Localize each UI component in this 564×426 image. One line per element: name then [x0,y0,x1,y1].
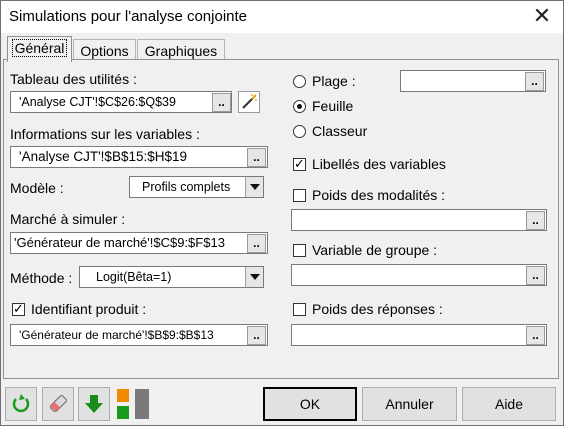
utilities-range-button-label: .. [218,95,225,109]
title-bar: Simulations pour l'analyse conjointe ✕ [1,1,563,33]
reset-icon[interactable] [5,387,37,421]
chevron-down-icon[interactable] [245,267,263,287]
help-button[interactable]: Aide [462,387,556,421]
ok-button[interactable]: OK [263,387,357,421]
model-select[interactable]: Profils complets [129,176,264,198]
variables-range-button-label: .. [253,150,260,164]
close-icon[interactable]: ✕ [531,4,553,28]
market-field[interactable]: 'Générateur de marché'!$C$9:$F$13 [10,232,268,254]
product-id-range-button-label: .. [253,328,260,342]
eraser-icon[interactable] [42,387,74,421]
method-select[interactable]: Logit(Bêta=1) [79,266,264,288]
response-weights-label: Poids des réponses : [312,301,443,317]
range-range-button[interactable]: .. [525,72,544,91]
variable-labels-label: Libellés des variables [312,156,446,172]
market-range-button-label: .. [253,236,260,250]
variables-range-button[interactable]: .. [247,148,266,167]
magic-wand-icon[interactable] [238,91,260,113]
cancel-button[interactable]: Annuler [362,387,457,421]
group-variable-field[interactable] [291,264,547,286]
response-weights-range-button[interactable]: .. [526,326,545,345]
group-variable-range-button-label: .. [532,268,539,282]
gray-bar-icon[interactable] [135,389,149,419]
chevron-down-icon[interactable] [245,177,263,197]
tab-options-label: Options [80,43,129,59]
dialog-window: Simulations pour l'analyse conjointe ✕ G… [0,0,564,426]
radio-sheet[interactable] [293,100,306,113]
arrow-down-icon[interactable] [78,387,110,421]
variables-label: Informations sur les variables : [10,126,200,142]
radio-workbook[interactable] [293,125,306,138]
tab-general[interactable]: Général [7,36,72,62]
market-label: Marché à simuler : [10,211,126,227]
utilities-label: Tableau des utilités : [10,71,137,87]
group-variable-range-button[interactable]: .. [526,266,545,285]
modality-weights-label: Poids des modalités : [312,187,446,203]
split-output-icon[interactable] [115,389,131,419]
window-title: Simulations pour l'analyse conjointe [9,8,248,25]
model-select-value: Profils complets [142,180,231,194]
product-id-label: Identifiant produit : [31,301,147,317]
market-range-button[interactable]: .. [247,234,266,253]
modality-weights-range-button[interactable]: .. [526,211,545,230]
green-square-icon [117,406,129,419]
utilities-range-button[interactable]: .. [212,93,231,112]
modality-weights-checkbox[interactable] [293,189,306,202]
variable-labels-checkbox[interactable] [293,156,306,172]
tab-graphiques-label: Graphiques [144,43,218,59]
range-label: Plage : [312,73,356,89]
method-select-value: Logit(Bêta=1) [96,270,172,284]
workbook-label: Classeur [312,123,368,139]
radio-range[interactable] [293,75,306,88]
orange-square-icon [117,389,129,402]
method-label: Méthode : [10,270,73,286]
product-id-range-button[interactable]: .. [247,326,266,345]
response-weights-range-button-label: .. [532,328,539,342]
tab-general-label: Général [11,39,68,57]
sheet-label: Feuille [312,98,354,114]
response-weights-checkbox[interactable] [293,303,306,316]
tab-panel: Tableau des utilités : 'Analyse CJT'!$C$… [3,59,559,379]
response-weights-field[interactable] [291,324,547,346]
product-id-field[interactable]: 'Générateur de marché'!$B$9:$B$13 [10,324,268,346]
product-id-checkbox[interactable] [12,301,25,317]
group-variable-checkbox[interactable] [293,244,306,257]
modality-weights-field[interactable] [291,209,547,231]
variables-field[interactable]: 'Analyse CJT'!$B$15:$H$19 [10,146,268,168]
modality-weights-range-button-label: .. [532,213,539,227]
utilities-field[interactable]: 'Analyse CJT'!$C$26:$Q$39 [10,91,232,113]
range-range-button-label: .. [531,74,538,88]
model-label: Modèle : [10,180,64,196]
group-variable-label: Variable de groupe : [312,242,438,258]
